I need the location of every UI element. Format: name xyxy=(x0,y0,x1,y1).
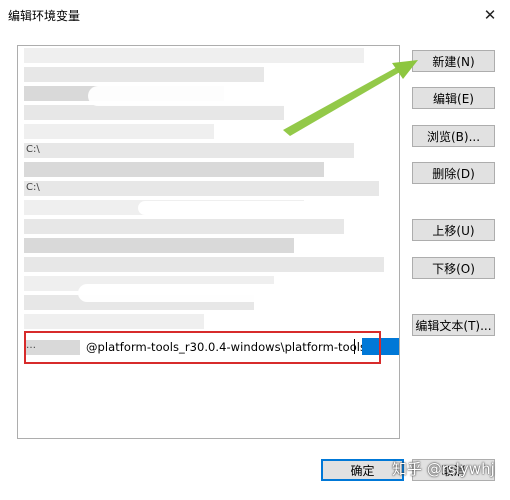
green-arrow-annotation xyxy=(283,60,418,136)
watermark: 知乎 @rslywhj xyxy=(392,460,495,478)
